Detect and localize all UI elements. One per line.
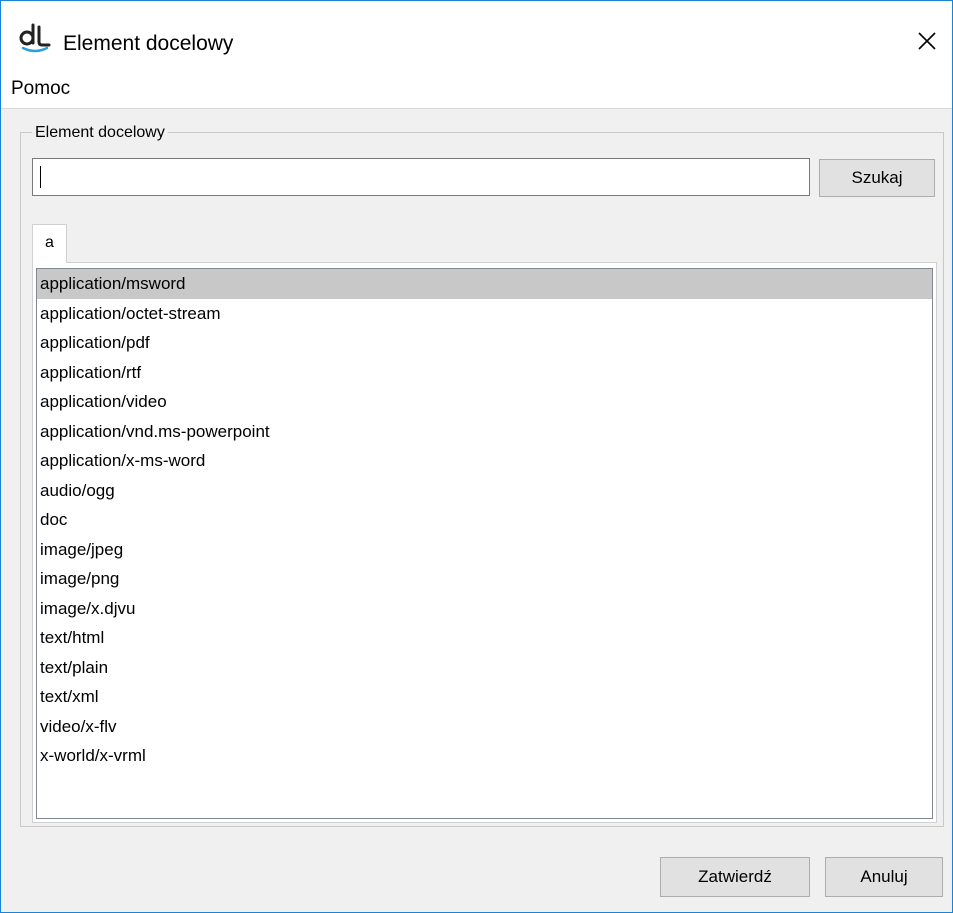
close-icon[interactable] bbox=[907, 21, 947, 61]
title-bar[interactable]: Element docelowy bbox=[1, 1, 952, 74]
list-item[interactable]: application/video bbox=[37, 387, 932, 417]
list-item[interactable]: application/pdf bbox=[37, 328, 932, 358]
list-item[interactable]: image/png bbox=[37, 564, 932, 594]
cancel-button[interactable]: Anuluj bbox=[825, 857, 943, 897]
list-item[interactable]: application/x-ms-word bbox=[37, 446, 932, 476]
list-item[interactable]: application/vnd.ms-powerpoint bbox=[37, 417, 932, 447]
list-item[interactable]: text/html bbox=[37, 623, 932, 653]
dialog-window: Element docelowy Pomoc Element docelowy … bbox=[0, 0, 953, 913]
list-item[interactable]: application/octet-stream bbox=[37, 299, 932, 329]
list-item[interactable]: video/x-flv bbox=[37, 712, 932, 742]
list-item[interactable]: text/plain bbox=[37, 653, 932, 683]
list-item[interactable]: audio/ogg bbox=[37, 476, 932, 506]
search-button[interactable]: Szukaj bbox=[819, 159, 935, 197]
list-item[interactable]: x-world/x-vrml bbox=[37, 741, 932, 771]
confirm-button[interactable]: Zatwierdź bbox=[660, 857, 810, 897]
menu-item-pomoc[interactable]: Pomoc bbox=[11, 77, 70, 101]
list-item[interactable]: doc bbox=[37, 505, 932, 535]
list-item[interactable]: application/msword bbox=[37, 269, 932, 299]
text-caret bbox=[40, 166, 41, 188]
list-item[interactable]: application/rtf bbox=[37, 358, 932, 388]
app-logo-icon bbox=[19, 23, 51, 53]
group-legend: Element docelowy bbox=[32, 123, 168, 143]
list-item[interactable]: image/x.djvu bbox=[37, 594, 932, 624]
list-item[interactable]: image/jpeg bbox=[37, 535, 932, 565]
window-title: Element docelowy bbox=[63, 32, 234, 55]
mime-type-list[interactable]: application/msword application/octet-stre… bbox=[36, 268, 933, 819]
tab-a[interactable]: a bbox=[32, 224, 67, 263]
menu-bar: Pomoc bbox=[1, 74, 952, 109]
search-input[interactable] bbox=[32, 158, 810, 196]
list-item[interactable]: text/xml bbox=[37, 682, 932, 712]
